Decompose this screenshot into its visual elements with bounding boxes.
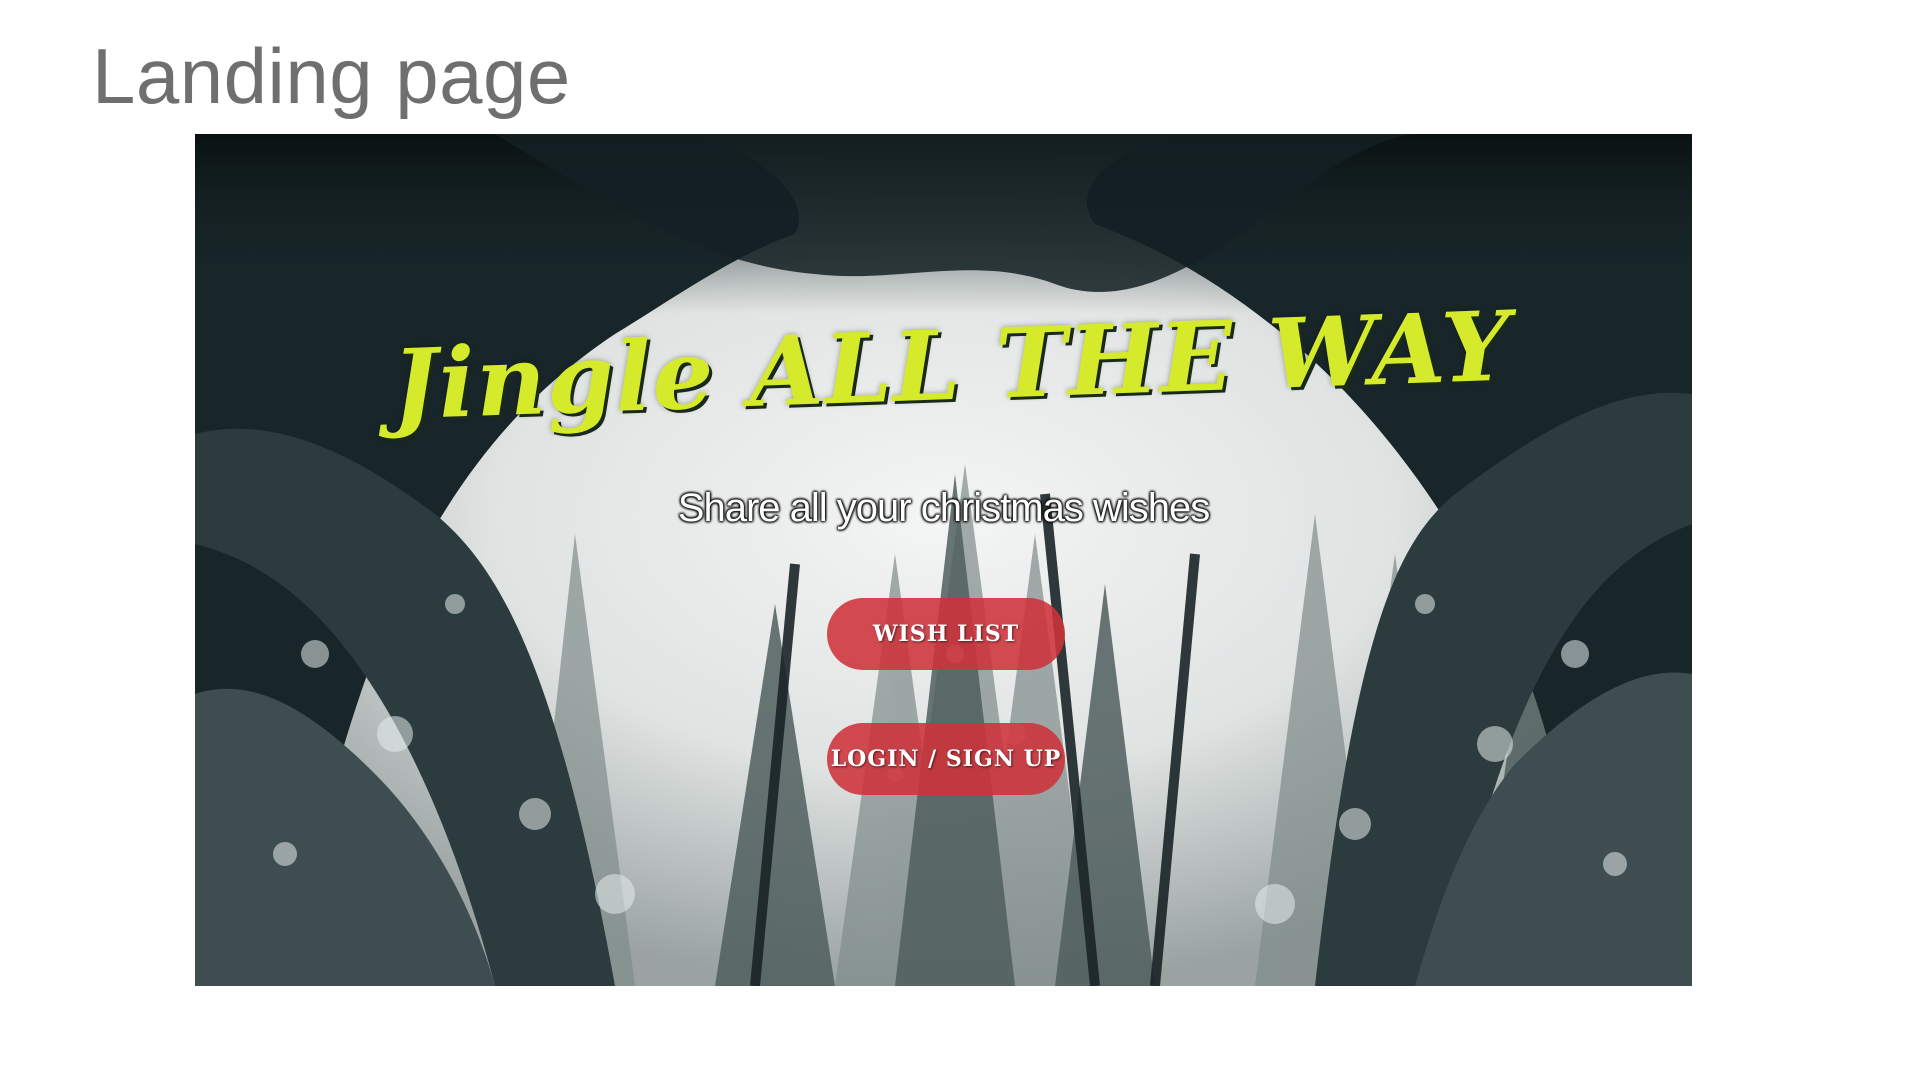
hero-subtitle: Share all your christmas wishes bbox=[677, 486, 1210, 530]
slide-title: Landing page bbox=[92, 32, 571, 120]
wish-list-button[interactable]: WISH LIST bbox=[827, 598, 1065, 670]
login-signup-button[interactable]: LOGIN / SIGN UP bbox=[827, 723, 1065, 795]
forest-background-image bbox=[195, 134, 1692, 986]
landing-page-hero: Jingle ALL THE WAY Share all your christ… bbox=[195, 134, 1692, 986]
slide: Landing page Jingle ALL THE WAY Share al… bbox=[0, 0, 1920, 1080]
